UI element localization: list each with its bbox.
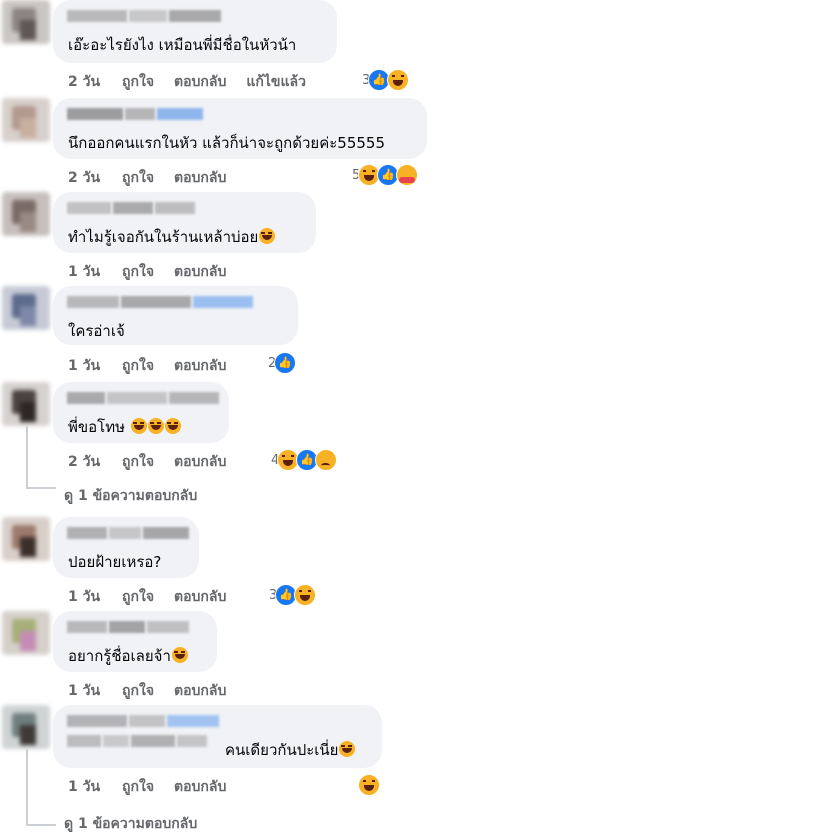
rofl-emoji-icon <box>164 418 181 434</box>
comment-actions: 1 วัน ถูกใจ ตอบกลับ <box>68 776 246 798</box>
reply-link[interactable]: ตอบกลับ <box>174 264 226 280</box>
comment-actions: 2 วัน ถูกใจ ตอบกลับ <box>68 451 246 473</box>
thread-connector <box>26 487 56 489</box>
thread-connector <box>26 749 28 825</box>
blurred-author-name[interactable] <box>67 202 197 215</box>
reply-link[interactable]: ตอบกลับ <box>174 358 226 374</box>
comment-text: เอ๊ะอะไรยังไง เหมือนพี่มีชื่อในหัวน้า <box>68 36 297 54</box>
comment-actions: 1 วัน ถูกใจ ตอบกลับ <box>68 680 246 702</box>
like-link[interactable]: ถูกใจ <box>122 358 154 374</box>
comment-actions: 2 วัน ถูกใจ ตอบกลับ <box>68 167 246 189</box>
comment-actions: 1 วัน ถูกใจ ตอบกลับ <box>68 261 246 283</box>
haha-icon <box>387 69 410 91</box>
comment-text: นึกออกคนแรกในหัว แล้วก็น่าจะถูกด้วยค่ะ55… <box>68 134 385 152</box>
avatar[interactable] <box>2 286 50 330</box>
like-icon: 👍 <box>274 352 297 374</box>
like-link[interactable]: ถูกใจ <box>122 264 154 280</box>
comment-bubble: ทำไมรู้เจอกันในร้านเหล้าบ่อย <box>53 192 316 253</box>
reply-link[interactable]: ตอบกลับ <box>174 74 226 90</box>
view-replies-link[interactable]: ดู 1 ข้อความตอบกลับ <box>64 813 197 835</box>
comment-age: 2 วัน <box>68 170 101 186</box>
comment-age: 1 วัน <box>68 264 101 280</box>
haha-icon <box>358 774 380 796</box>
reaction-summary[interactable]: 3 👍 <box>269 584 317 606</box>
blurred-author-name[interactable] <box>67 527 191 540</box>
comment-text: ใครอ่าเจ้ <box>68 322 125 340</box>
blurred-author-name[interactable] <box>67 715 221 728</box>
blurred-author-name[interactable] <box>67 392 221 405</box>
comment-actions: 1 วัน ถูกใจ ตอบกลับ <box>68 355 246 377</box>
comment-bubble: ใครอ่าเจ้ <box>53 286 298 345</box>
comment-age: 2 วัน <box>68 74 101 90</box>
comment-age: 1 วัน <box>68 589 101 605</box>
comment-actions: 1 วัน ถูกใจ ตอบกลับ <box>68 586 246 608</box>
comment-bubble: นึกออกคนแรกในหัว แล้วก็น่าจะถูกด้วยค่ะ55… <box>53 98 427 159</box>
reply-link[interactable]: ตอบกลับ <box>174 683 226 699</box>
reply-link[interactable]: ตอบกลับ <box>174 589 226 605</box>
reply-link[interactable]: ตอบกลับ <box>174 454 226 470</box>
view-replies-link[interactable]: ดู 1 ข้อความตอบกลับ <box>64 485 197 507</box>
avatar[interactable] <box>2 517 50 561</box>
rofl-emoji-icon <box>339 741 356 757</box>
like-link[interactable]: ถูกใจ <box>122 683 154 699</box>
comment-age: 1 วัน <box>68 683 101 699</box>
like-link[interactable]: ถูกใจ <box>122 454 154 470</box>
blurred-author-name[interactable] <box>67 108 205 121</box>
reaction-summary[interactable] <box>358 774 380 796</box>
comment-text: ทำไมรู้เจอกันในร้านเหล้าบ่อย <box>68 225 276 249</box>
comment-text: ปอยฝ้ายเหรอ? <box>68 553 162 571</box>
edited-label: แก้ไขแล้ว <box>246 74 306 90</box>
avatar[interactable] <box>2 0 50 44</box>
comment-bubble: พี่ขอโทษ <box>53 382 229 443</box>
comment-bubble: เอ๊ะอะไรยังไง เหมือนพี่มีชื่อในหัวน้า <box>53 0 337 63</box>
comment-bubble: อยากรู้ชื่อเลยจ้า <box>53 611 217 672</box>
comment-bubble: ปอยฝ้ายเหรอ? <box>53 517 199 578</box>
blurred-author-name[interactable] <box>67 621 191 634</box>
laugh-emoji-icon <box>171 647 188 663</box>
avatar[interactable] <box>2 98 50 142</box>
avatar[interactable] <box>2 611 50 655</box>
comment-actions: 2 วัน ถูกใจ ตอบกลับ แก้ไขแล้ว <box>68 71 326 93</box>
reaction-summary[interactable]: 4 👍 <box>271 449 338 471</box>
reaction-summary[interactable]: 3 👍 <box>362 69 410 91</box>
blurred-author-name[interactable] <box>67 296 255 309</box>
sad-icon <box>315 449 338 471</box>
thread-connector <box>26 824 56 826</box>
like-link[interactable]: ถูกใจ <box>122 74 154 90</box>
like-link[interactable]: ถูกใจ <box>122 779 154 795</box>
reaction-summary[interactable]: 5 👍 <box>352 164 419 186</box>
blurred-author-name[interactable] <box>67 10 223 23</box>
comment-text: อยากรู้ชื่อเลยจ้า <box>68 644 188 668</box>
comment-text: คนเดียวกันปะเนี่ย <box>225 738 356 762</box>
rofl-emoji-icon <box>130 418 147 434</box>
comment-age: 2 วัน <box>68 454 101 470</box>
comment-text: พี่ขอโทษ <box>68 415 181 439</box>
rofl-emoji-icon <box>147 418 164 434</box>
blurred-author-name <box>67 735 209 748</box>
comment-bubble: คนเดียวกันปะเนี่ย <box>53 705 382 768</box>
reply-link[interactable]: ตอบกลับ <box>174 779 226 795</box>
comment-age: 1 วัน <box>68 358 101 374</box>
thread-connector <box>26 426 28 488</box>
reply-link[interactable]: ตอบกลับ <box>174 170 226 186</box>
avatar[interactable] <box>2 192 50 236</box>
avatar[interactable] <box>2 705 50 749</box>
like-link[interactable]: ถูกใจ <box>122 170 154 186</box>
care-icon <box>396 164 419 186</box>
haha-icon <box>294 584 317 606</box>
comment-age: 1 วัน <box>68 779 101 795</box>
avatar[interactable] <box>2 382 50 426</box>
rofl-emoji-icon <box>259 228 276 244</box>
like-link[interactable]: ถูกใจ <box>122 589 154 605</box>
reaction-summary[interactable]: 2 👍 <box>268 352 297 374</box>
